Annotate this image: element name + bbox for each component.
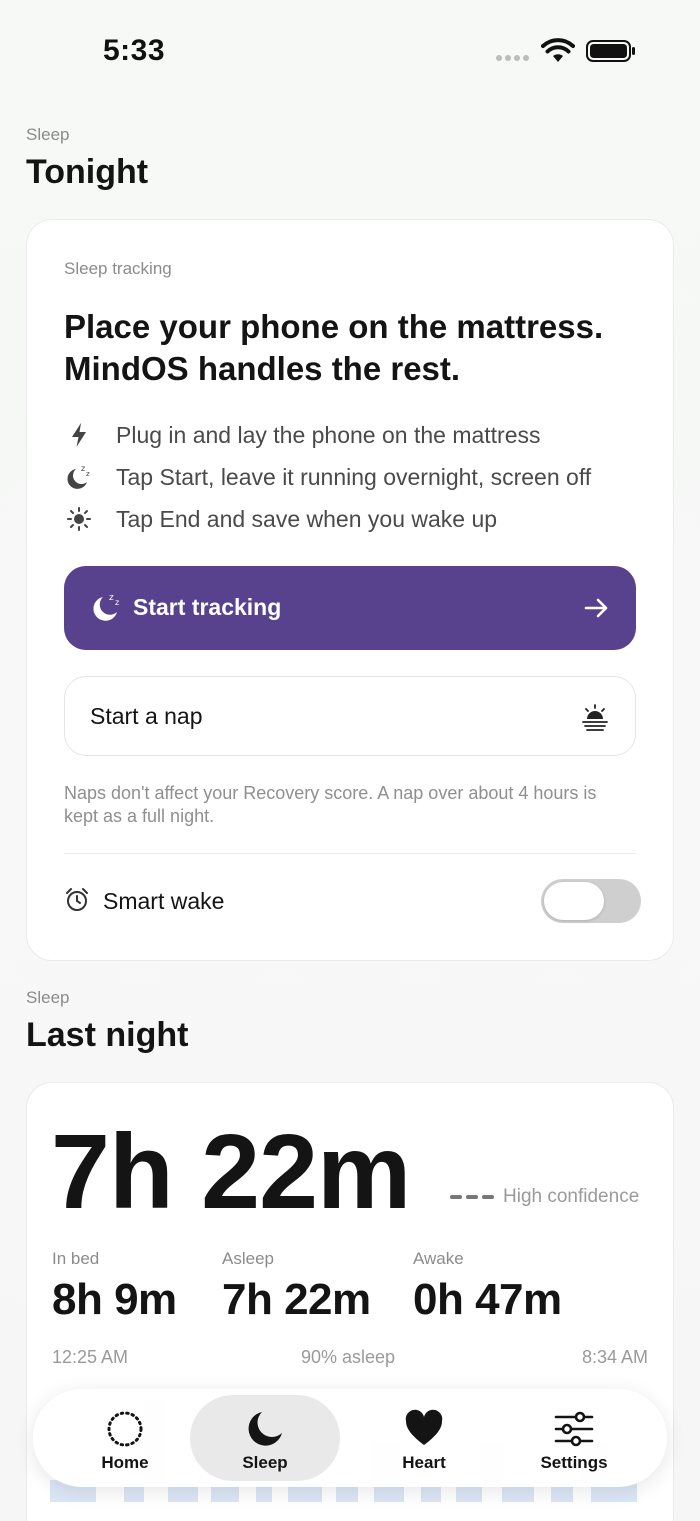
tab-bar: Home Sleep Heart Settings: [33, 1389, 667, 1487]
svg-text:z: z: [109, 593, 114, 603]
sleep-tracking-card: Sleep tracking Place your phone on the m…: [26, 219, 674, 961]
total-sleep-duration: 7h 22m: [51, 1113, 411, 1231]
start-tracking-button[interactable]: z z Start tracking: [64, 566, 636, 650]
tab-home[interactable]: Home: [50, 1395, 200, 1481]
step-text: Tap Start, leave it running overnight, s…: [116, 463, 592, 490]
arrow-right-icon: [584, 598, 608, 618]
moon-icon: [248, 1412, 282, 1446]
alarm-clock-icon: [66, 888, 88, 911]
smart-wake-toggle[interactable]: [541, 879, 641, 923]
metric-in-bed: In bed 8h 9m: [52, 1249, 177, 1325]
tab-label: Settings: [540, 1453, 608, 1472]
step-tap-end: Tap End and save when you wake up: [64, 504, 497, 534]
dashed-line-icon: [450, 1195, 494, 1199]
smart-wake-label: Smart wake: [103, 888, 225, 914]
metric-value: 0h 47m: [413, 1275, 562, 1324]
tab-label: Sleep: [242, 1453, 288, 1472]
svg-text:z: z: [86, 470, 90, 478]
sliders-icon: [554, 1411, 594, 1447]
confidence-indicator: High confidence: [450, 1186, 639, 1208]
card-overline: Sleep tracking: [64, 259, 172, 278]
metric-label: In bed: [52, 1249, 100, 1268]
svg-text:z: z: [81, 464, 85, 473]
confidence-label: High confidence: [503, 1186, 640, 1207]
sun-icon: [64, 504, 94, 534]
percent-asleep: 90% asleep: [301, 1347, 396, 1367]
metric-value: 8h 9m: [52, 1275, 177, 1324]
last-night-overline: Sleep: [26, 988, 70, 1007]
bolt-icon: [64, 420, 94, 450]
step-text: Plug in and lay the phone on the mattres…: [116, 421, 541, 448]
start-nap-button[interactable]: Start a nap: [64, 676, 636, 756]
step-plug-in: Plug in and lay the phone on the mattres…: [64, 420, 541, 450]
sleep-start-time: 12:25 AM: [52, 1347, 129, 1367]
cellular-signal-icon: [496, 55, 529, 61]
smart-wake-row: Smart wake: [64, 879, 641, 925]
moon-zzz-icon: z z: [64, 462, 94, 492]
status-bar: 5:33: [0, 0, 700, 100]
wifi-icon: [541, 38, 575, 62]
heart-icon: [405, 1409, 443, 1445]
tab-heart[interactable]: Heart: [349, 1395, 499, 1481]
step-text: Tap End and save when you wake up: [116, 505, 498, 532]
dotted-circle-icon: [107, 1411, 143, 1447]
tab-label: Home: [101, 1453, 149, 1472]
metric-value: 7h 22m: [222, 1275, 371, 1324]
sunset-icon: [582, 704, 608, 731]
divider: [64, 853, 636, 854]
status-time: 5:33: [103, 34, 166, 67]
tab-label: Heart: [402, 1453, 446, 1472]
moon-zzz-icon: z z: [93, 593, 119, 621]
metric-asleep: Asleep 7h 22m: [222, 1249, 371, 1325]
start-tracking-label: Start tracking: [133, 594, 282, 620]
metric-label: Awake: [413, 1249, 464, 1268]
tonight-overline: Sleep: [26, 125, 70, 144]
card-headline: Place your phone on the mattress. MindOS…: [64, 308, 604, 387]
tab-sleep[interactable]: Sleep: [190, 1395, 340, 1481]
svg-text:z: z: [115, 598, 119, 607]
sleep-end-time: 8:34 AM: [581, 1347, 648, 1367]
toggle-knob: [544, 882, 604, 920]
tab-settings[interactable]: Settings: [499, 1395, 649, 1481]
start-nap-label: Start a nap: [90, 703, 203, 729]
tonight-title: Tonight: [26, 153, 149, 191]
nap-note: Naps don't affect your Recovery score. A…: [64, 783, 597, 826]
battery-icon: [586, 40, 635, 62]
step-tap-start: z z Tap Start, leave it running overnigh…: [64, 462, 591, 492]
metric-awake: Awake 0h 47m: [413, 1249, 562, 1325]
last-night-title: Last night: [26, 1016, 189, 1054]
metric-label: Asleep: [222, 1249, 274, 1268]
